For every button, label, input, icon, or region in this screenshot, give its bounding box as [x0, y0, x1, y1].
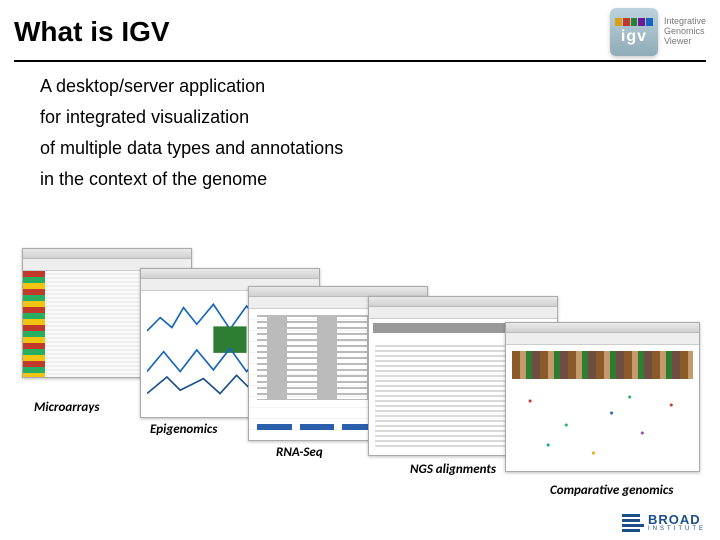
broad-logo: BROAD INSTITUTE [622, 513, 706, 532]
title-underline [14, 60, 706, 62]
body-text: A desktop/server application for integra… [0, 76, 720, 190]
slide-title: What is IGV [14, 16, 610, 48]
line-2: for integrated visualization [40, 107, 680, 128]
igv-logo-acronym: igv [621, 28, 647, 46]
broad-logo-name: BROAD [648, 513, 706, 526]
line-1: A desktop/server application [40, 76, 680, 97]
igv-logo: igv Integrative Genomics Viewer [610, 8, 706, 56]
screenshots-canvas [0, 248, 720, 478]
caption-ngs: NGS alignments [410, 462, 496, 477]
caption-rnaseq: RNA-Seq [276, 445, 323, 460]
broad-logo-sub: INSTITUTE [648, 526, 706, 532]
line-4: in the context of the genome [40, 169, 680, 190]
igv-logo-label: Integrative Genomics Viewer [664, 17, 706, 47]
igv-logo-icon: igv [610, 8, 658, 56]
caption-comparative: Comparative genomics [550, 483, 673, 498]
caption-epigenomics: Epigenomics [150, 422, 217, 437]
caption-microarrays: Microarrays [34, 400, 99, 415]
broad-logo-icon [622, 514, 644, 532]
line-3: of multiple data types and annotations [40, 138, 680, 159]
screenshot-comparative [505, 322, 700, 472]
